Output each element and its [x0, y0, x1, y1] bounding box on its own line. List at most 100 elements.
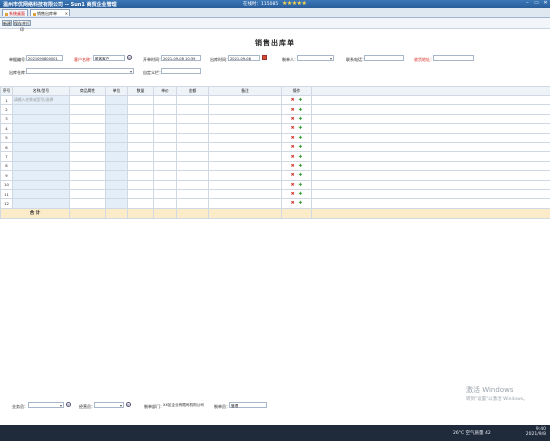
delete-row-icon[interactable]: ✖: [291, 117, 295, 122]
contact-field[interactable]: [364, 55, 404, 61]
minimize-icon[interactable]: –: [525, 1, 530, 6]
remark-cell[interactable]: [208, 188, 282, 200]
qty-cell[interactable]: [127, 198, 154, 209]
weather-status[interactable]: 26°C 空气质量 42: [453, 430, 491, 436]
delete-row-icon[interactable]: ✖: [291, 183, 295, 188]
price-cell[interactable]: [153, 170, 177, 181]
tab-desktop[interactable]: 系统桌面: [2, 9, 28, 16]
qty-cell[interactable]: [127, 113, 154, 125]
unit-cell[interactable]: [105, 179, 128, 190]
unit-cell[interactable]: [105, 104, 128, 115]
amount-cell[interactable]: [176, 104, 209, 115]
price-cell[interactable]: [153, 94, 177, 106]
amount-cell[interactable]: [176, 179, 209, 190]
unit-cell[interactable]: [105, 198, 128, 209]
attr-cell[interactable]: [69, 179, 106, 190]
add-row-icon[interactable]: ✚: [299, 173, 303, 178]
item-name-cell[interactable]: [12, 170, 70, 181]
tab-close-icon[interactable]: ✕: [65, 10, 68, 17]
add-row-icon[interactable]: ✚: [299, 192, 303, 197]
attr-cell[interactable]: [69, 141, 106, 153]
unit-cell[interactable]: [105, 188, 128, 200]
unit-cell[interactable]: [105, 113, 128, 125]
remark-cell[interactable]: [208, 123, 282, 134]
add-row-icon[interactable]: ✚: [299, 117, 303, 122]
price-cell[interactable]: [153, 104, 177, 115]
add-row-icon[interactable]: ✚: [299, 164, 303, 169]
tab-sales-outbound[interactable]: 销售出库单 ✕: [30, 9, 70, 16]
qty-cell[interactable]: [127, 170, 154, 181]
amount-cell[interactable]: [176, 94, 209, 106]
amount-cell[interactable]: [176, 198, 209, 209]
remark-cell[interactable]: [208, 198, 282, 209]
price-cell[interactable]: [153, 188, 177, 200]
unit-cell[interactable]: [105, 151, 128, 162]
item-name-cell[interactable]: [12, 104, 70, 115]
unit-cell[interactable]: [105, 132, 128, 143]
delete-row-icon[interactable]: ✖: [291, 173, 295, 178]
qty-cell[interactable]: [127, 188, 154, 200]
price-cell[interactable]: [153, 132, 177, 143]
price-cell[interactable]: [153, 113, 177, 125]
qty-cell[interactable]: [127, 141, 154, 153]
qty-cell[interactable]: [127, 179, 154, 190]
add-row-icon[interactable]: ✚: [299, 136, 303, 141]
attr-cell[interactable]: [69, 151, 106, 162]
item-name-cell[interactable]: [12, 141, 70, 153]
delete-row-icon[interactable]: ✖: [291, 108, 295, 113]
delete-row-icon[interactable]: ✖: [291, 145, 295, 150]
price-cell[interactable]: [153, 179, 177, 190]
unit-cell[interactable]: [105, 170, 128, 181]
add-row-icon[interactable]: ✚: [299, 108, 303, 113]
delete-row-icon[interactable]: ✖: [291, 98, 295, 103]
attr-cell[interactable]: [69, 188, 106, 200]
attr-cell[interactable]: [69, 113, 106, 125]
attr-cell[interactable]: [69, 132, 106, 143]
remark-cell[interactable]: [208, 94, 282, 106]
restore-icon[interactable]: ▭: [534, 1, 539, 6]
item-name-cell[interactable]: [12, 198, 70, 209]
customer-field[interactable]: 散客客户: [93, 55, 125, 61]
amount-cell[interactable]: [176, 170, 209, 181]
doc-no-field[interactable]: 2021090800001: [26, 55, 63, 61]
attr-cell[interactable]: [69, 198, 106, 209]
item-name-cell[interactable]: [12, 151, 70, 162]
item-name-cell[interactable]: [12, 113, 70, 125]
remark-cell[interactable]: [208, 132, 282, 143]
price-cell[interactable]: [153, 123, 177, 134]
customer-lookup-icon[interactable]: ⟳: [127, 55, 132, 60]
amount-cell[interactable]: [176, 123, 209, 134]
add-row-icon[interactable]: ✚: [299, 126, 303, 131]
price-cell[interactable]: [153, 160, 177, 172]
attr-cell[interactable]: [69, 123, 106, 134]
system-clock[interactable]: 9:40 2021/9/8: [526, 427, 546, 437]
remark-cell[interactable]: [208, 160, 282, 172]
attr-cell[interactable]: [69, 94, 106, 106]
attr-cell[interactable]: [69, 170, 106, 181]
add-row-icon[interactable]: ✚: [299, 98, 303, 103]
add-row-icon[interactable]: ✚: [299, 201, 303, 206]
unit-cell[interactable]: [105, 160, 128, 172]
amount-cell[interactable]: [176, 113, 209, 125]
handler-select[interactable]: ▾: [297, 55, 334, 61]
delete-row-icon[interactable]: ✖: [291, 126, 295, 131]
delete-row-icon[interactable]: ✖: [291, 192, 295, 197]
qty-cell[interactable]: [127, 132, 154, 143]
new-button[interactable]: 新建: [2, 20, 12, 26]
save-print-button[interactable]: 保存并打印: [13, 20, 31, 32]
qty-cell[interactable]: [127, 94, 154, 106]
item-name-cell[interactable]: [12, 132, 70, 143]
courier-select[interactable]: ▾: [94, 402, 124, 408]
item-name-cell[interactable]: [12, 160, 70, 172]
amount-cell[interactable]: [176, 141, 209, 153]
price-cell[interactable]: [153, 198, 177, 209]
qty-cell[interactable]: [127, 104, 154, 115]
remark-cell[interactable]: [208, 113, 282, 125]
price-cell[interactable]: [153, 141, 177, 153]
calendar-icon[interactable]: [262, 55, 267, 60]
qty-cell[interactable]: [127, 151, 154, 162]
salesman-lookup-icon[interactable]: ⟳: [66, 402, 71, 407]
delete-row-icon[interactable]: ✖: [291, 136, 295, 141]
amount-cell[interactable]: [176, 132, 209, 143]
delete-row-icon[interactable]: ✖: [291, 164, 295, 169]
